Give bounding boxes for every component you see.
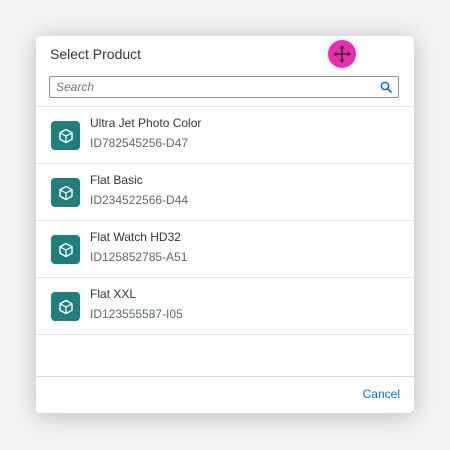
search-icon[interactable] [378,79,394,95]
list-item[interactable]: Flat Basic ID234522566-D44 [36,164,414,221]
product-box-icon [51,292,80,321]
search-input[interactable] [50,77,370,97]
item-id: ID234522566-D44 [90,193,189,207]
list-item[interactable]: Flat XXL ID123555587-I05 [36,278,414,335]
cancel-button[interactable]: Cancel [363,387,400,401]
item-title: Flat XXL [90,287,137,301]
move-arrows-icon[interactable] [328,40,356,68]
item-id: ID123555587-I05 [90,307,183,321]
search-field [49,76,399,98]
list-item[interactable]: Ultra Jet Photo Color ID782545256-D47 [36,107,414,164]
item-id: ID125852785-A51 [90,250,188,264]
item-id: ID782545256-D47 [90,136,189,150]
item-title: Flat Basic [90,173,143,187]
product-box-icon [51,178,80,207]
item-title: Ultra Jet Photo Color [90,116,202,130]
select-product-dialog: Select Product Search Ultra Jet Photo Co… [36,36,414,413]
dialog-title: Select Product [50,46,142,62]
product-box-icon [51,121,80,150]
product-list: Ultra Jet Photo Color ID782545256-D47 Fl… [36,106,414,335]
item-title: Flat Watch HD32 [90,230,181,244]
dialog-header[interactable]: Select Product [36,36,414,72]
product-box-icon [51,235,80,264]
dialog-footer: Cancel [36,376,414,413]
list-item[interactable]: Flat Watch HD32 ID125852785-A51 [36,221,414,278]
resize-grip-icon[interactable] [406,405,413,413]
